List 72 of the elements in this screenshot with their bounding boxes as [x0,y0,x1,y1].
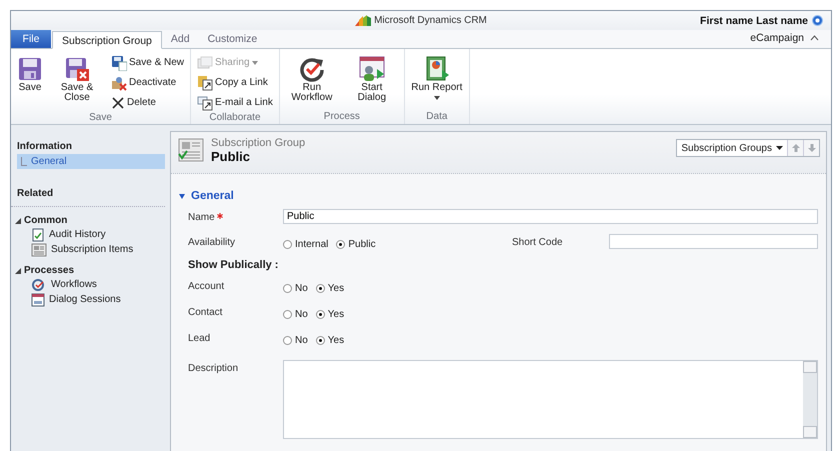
radio-option[interactable]: Internal [283,239,328,250]
file-menu-tab[interactable]: File [11,30,51,48]
field-label: Short Code [512,237,563,248]
app-title: Microsoft Dynamics CRM [374,15,487,26]
ribbon-tab[interactable]: Customize [198,30,266,48]
ribbon-tab[interactable]: Add [162,30,199,48]
workflow-button[interactable]: Run Workflow [282,51,341,111]
copy-link-icon [197,74,214,90]
newspaper-icon [31,242,47,256]
radio-option[interactable]: Yes [316,283,344,294]
email-link-icon [197,94,214,110]
dialog-window-icon [31,292,45,306]
field-label: Account [188,281,224,292]
radio-option[interactable]: Public [336,239,376,250]
save-close-button[interactable]: Save & Close [48,51,106,112]
record-name: Public [211,149,252,164]
field-label: Contact [188,307,222,318]
section-title[interactable]: General [191,190,234,202]
nav-item[interactable]: Audit History [11,227,165,242]
field-label: Description [188,363,238,374]
deactivate-button[interactable]: Deactivate [108,73,188,92]
section-heading: Related [16,187,54,201]
field-label: Availability [188,237,236,248]
sharing-icon [197,54,214,70]
entity-type: Subscription Group [211,137,306,149]
subsection-heading: Show Publically : [188,258,280,273]
user-name[interactable]: First name Last name [700,14,808,26]
ribbon-group-label: Process [322,111,361,124]
text-field[interactable]: Public [283,209,818,224]
ribbon-group-label: Collaborate [208,112,262,125]
delete-icon [111,96,125,110]
radio-option[interactable]: No [283,309,308,320]
delete-button[interactable]: Delete [108,93,188,112]
workflow-icon [31,278,47,292]
floppy-new-icon [111,54,127,70]
nav-item[interactable]: General [17,154,165,169]
save-new-button[interactable]: Save & New [108,53,188,72]
copy-link-button[interactable]: Copy a Link [194,73,276,92]
logo-icon [355,15,372,26]
nav-item[interactable]: Workflows [11,277,165,292]
dialog-icon [358,54,386,82]
floppy-close-icon [64,56,90,82]
ribbon-group-label: Data [425,111,448,124]
group-heading[interactable]: Processes [24,265,74,276]
expanded-triangle-icon[interactable] [179,194,185,198]
expanded-triangle-icon[interactable] [15,218,21,224]
report-button[interactable]: Run Report [408,51,466,111]
email-link-button[interactable]: E-mail a Link [194,93,276,112]
expanded-triangle-icon[interactable] [15,268,21,274]
nav-item[interactable]: Dialog Sessions [11,292,165,307]
collapse-ribbon-icon[interactable] [810,34,819,40]
deactivate-icon [111,74,127,90]
dialog-button[interactable]: Start Dialog [342,51,401,111]
description-field[interactable] [283,360,818,439]
tree-line-icon [21,157,27,166]
radio-option[interactable]: Yes [316,335,344,346]
field-label: Lead [188,333,210,344]
nav-item[interactable]: Subscription Items [11,242,165,257]
audit-document-icon [31,228,45,242]
help-icon[interactable] [812,15,823,26]
field-label: Name [188,212,215,223]
organization-name[interactable]: eCampaign [750,32,804,44]
text-field[interactable] [609,234,818,249]
radio-option[interactable]: No [283,283,308,294]
radio-option[interactable]: Yes [316,309,344,320]
group-heading[interactable]: Common [24,215,68,226]
ribbon-group-label: Save [88,112,113,125]
save-button[interactable]: Save [14,51,46,112]
newspaper-icon [177,137,205,164]
section-heading: Information [16,140,73,154]
radio-option[interactable]: No [283,335,308,346]
ribbon-tab[interactable]: Subscription Group [52,31,162,49]
